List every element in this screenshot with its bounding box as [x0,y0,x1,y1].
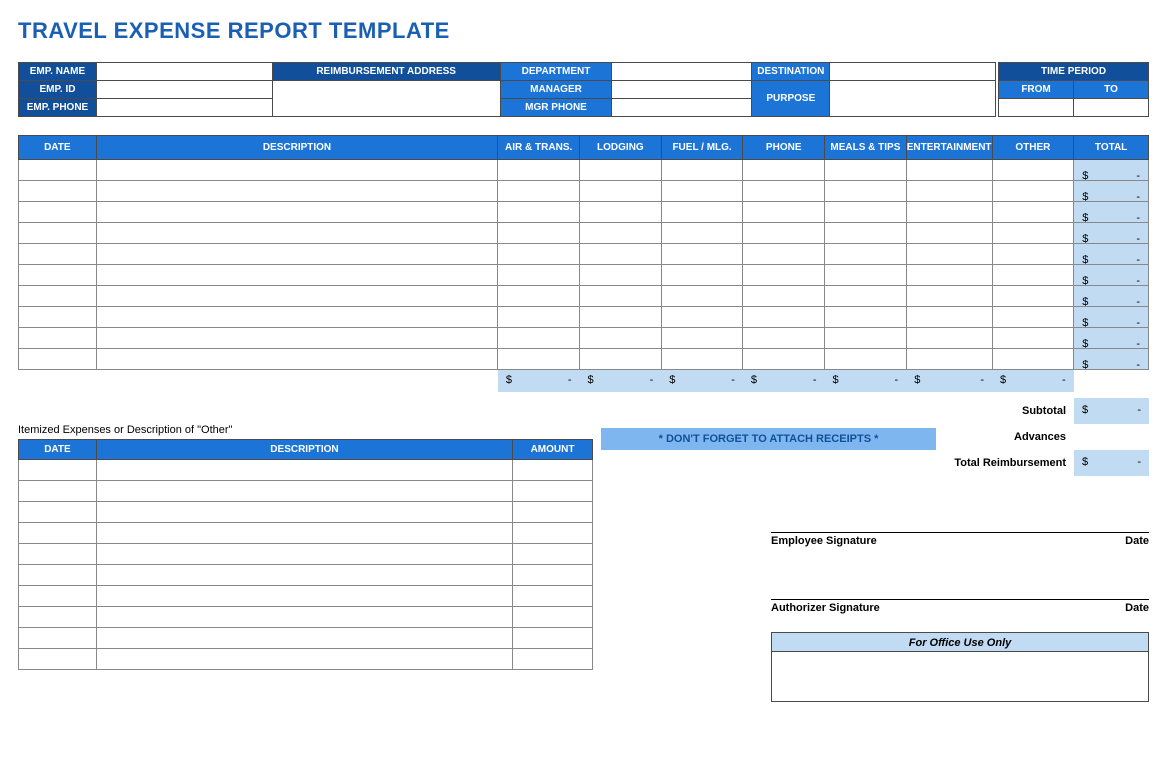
label-destination: DESTINATION [752,63,830,81]
col-date: DATE [19,136,97,160]
column-sums-row: $- $- $- $- $- $- $- [19,370,1149,392]
table-row[interactable]: $- [19,160,1149,181]
table-row[interactable] [19,585,593,606]
input-manager[interactable] [612,81,752,99]
label-employee-signature: Employee Signature [771,535,877,547]
col-lodging: LODGING [580,136,662,160]
label-office-use: For Office Use Only [771,632,1149,652]
table-row[interactable]: $- [19,349,1149,370]
input-emp-id[interactable] [96,81,272,99]
office-use-area[interactable] [771,652,1149,702]
table-row[interactable]: $- [19,328,1149,349]
label-time-period: TIME PERIOD [999,63,1149,81]
label-emp-name: EMP. NAME [19,63,97,81]
table-row[interactable]: $- [19,265,1149,286]
label-date: Date [1125,602,1149,614]
label-to: TO [1074,81,1149,99]
table-row[interactable] [19,564,593,585]
value-total-reimb: $- [1074,450,1149,476]
input-destination[interactable] [830,63,996,81]
input-from[interactable] [999,99,1074,117]
table-row[interactable] [19,459,593,480]
label-reimb-addr: REIMBURSEMENT ADDRESS [272,63,500,81]
summary-table: Subtotal $- * DON'T FORGET TO ATTACH REC… [601,398,1149,476]
input-reimb-addr[interactable] [272,81,500,117]
col-description: DESCRIPTION [96,136,498,160]
col-air: AIR & TRANS. [498,136,580,160]
label-advances: Advances [936,424,1074,450]
col-meals: MEALS & TIPS [825,136,907,160]
table-row[interactable]: $- [19,202,1149,223]
input-emp-phone[interactable] [96,99,272,117]
col-other: OTHER [992,136,1074,160]
table-row[interactable]: $- [19,181,1149,202]
authorizer-signature-row: Authorizer Signature Date [771,599,1149,614]
label-authorizer-signature: Authorizer Signature [771,602,880,614]
label-purpose: PURPOSE [752,81,830,117]
label-total-reimb: Total Reimbursement [936,450,1074,476]
table-row[interactable] [19,522,593,543]
receipts-reminder: * DON'T FORGET TO ATTACH RECEIPTS * [601,428,936,450]
input-purpose[interactable] [830,81,996,117]
table-row[interactable] [19,480,593,501]
label-emp-phone: EMP. PHONE [19,99,97,117]
label-subtotal: Subtotal [936,398,1074,424]
input-to[interactable] [1074,99,1149,117]
office-use-box: For Office Use Only [771,632,1149,702]
col-fuel: FUEL / MLG. [661,136,743,160]
value-advances[interactable] [1074,424,1149,450]
label-emp-id: EMP. ID [19,81,97,99]
col-phone: PHONE [743,136,825,160]
col-itemized-amount: AMOUNT [513,439,593,459]
label-from: FROM [999,81,1074,99]
itemized-table: DATE DESCRIPTION AMOUNT [18,439,593,670]
itemized-title: Itemized Expenses or Description of "Oth… [18,424,593,436]
label-department: DEPARTMENT [500,63,612,81]
value-subtotal: $- [1074,398,1149,424]
table-row[interactable]: $- [19,223,1149,244]
page-title: TRAVEL EXPENSE REPORT TEMPLATE [18,18,1149,44]
label-mgr-phone: MGR PHONE [500,99,612,117]
table-row[interactable] [19,543,593,564]
table-row[interactable] [19,648,593,669]
table-row[interactable] [19,606,593,627]
table-row[interactable]: $- [19,286,1149,307]
col-itemized-date: DATE [19,439,97,459]
col-ent: ENTERTAINMENT [906,136,992,160]
label-date: Date [1125,535,1149,547]
input-mgr-phone[interactable] [612,99,752,117]
table-row[interactable] [19,501,593,522]
employee-signature-row: Employee Signature Date [771,532,1149,547]
input-department[interactable] [612,63,752,81]
expense-table: DATE DESCRIPTION AIR & TRANS. LODGING FU… [18,135,1149,392]
info-table: EMP. NAME REIMBURSEMENT ADDRESS DEPARTME… [18,62,1149,117]
col-itemized-desc: DESCRIPTION [96,439,512,459]
col-total: TOTAL [1074,136,1149,160]
table-row[interactable]: $- [19,307,1149,328]
table-row[interactable]: $- [19,244,1149,265]
table-row[interactable] [19,627,593,648]
input-emp-name[interactable] [96,63,272,81]
label-manager: MANAGER [500,81,612,99]
